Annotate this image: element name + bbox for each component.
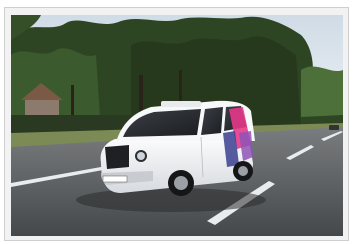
taxi-photo xyxy=(11,15,343,236)
car-shadow xyxy=(76,188,266,212)
distant-car xyxy=(329,125,339,130)
